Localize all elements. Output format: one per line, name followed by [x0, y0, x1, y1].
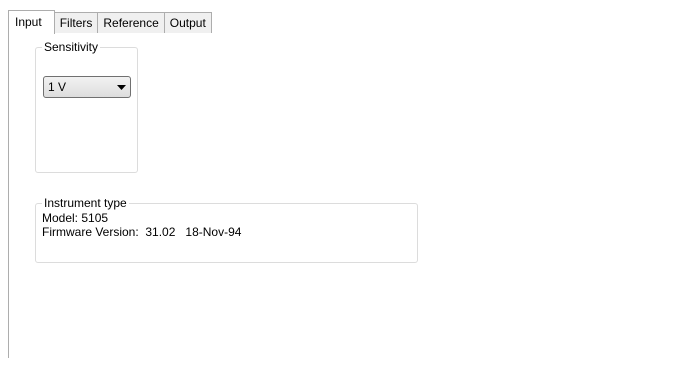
tab-reference[interactable]: Reference — [98, 12, 165, 33]
firmware-version: 31.02 — [145, 225, 176, 239]
sensitivity-select[interactable]: 1 V — [43, 76, 131, 98]
firmware-label: Firmware Version: — [42, 225, 139, 239]
sensitivity-groupbox: Sensitivity 1 V — [35, 40, 138, 173]
tab-output[interactable]: Output — [164, 12, 212, 33]
tab-panel-input: Sensitivity 1 V Instrument type Model: 5… — [8, 33, 668, 358]
chevron-down-icon[interactable] — [112, 84, 130, 90]
sensitivity-group-title: Sensitivity — [42, 40, 101, 54]
tab-input[interactable]: Input — [8, 10, 55, 34]
firmware-date: 18-Nov-94 — [185, 225, 242, 239]
sensitivity-selected-value: 1 V — [48, 80, 67, 94]
tab-filters[interactable]: Filters — [54, 12, 99, 33]
model-value: 5105 — [81, 211, 109, 225]
model-line: Model: 5105 — [42, 211, 108, 225]
tab-strip: Input Filters Reference Output — [8, 10, 212, 34]
model-label: Model: — [42, 211, 79, 225]
dropdown-arrow-shape — [116, 84, 126, 90]
instrument-type-groupbox: Instrument type Model: 5105 Firmware Ver… — [35, 196, 418, 263]
instrument-group-title: Instrument type — [42, 196, 129, 210]
firmware-line: Firmware Version: 31.02 18-Nov-94 — [42, 225, 241, 239]
